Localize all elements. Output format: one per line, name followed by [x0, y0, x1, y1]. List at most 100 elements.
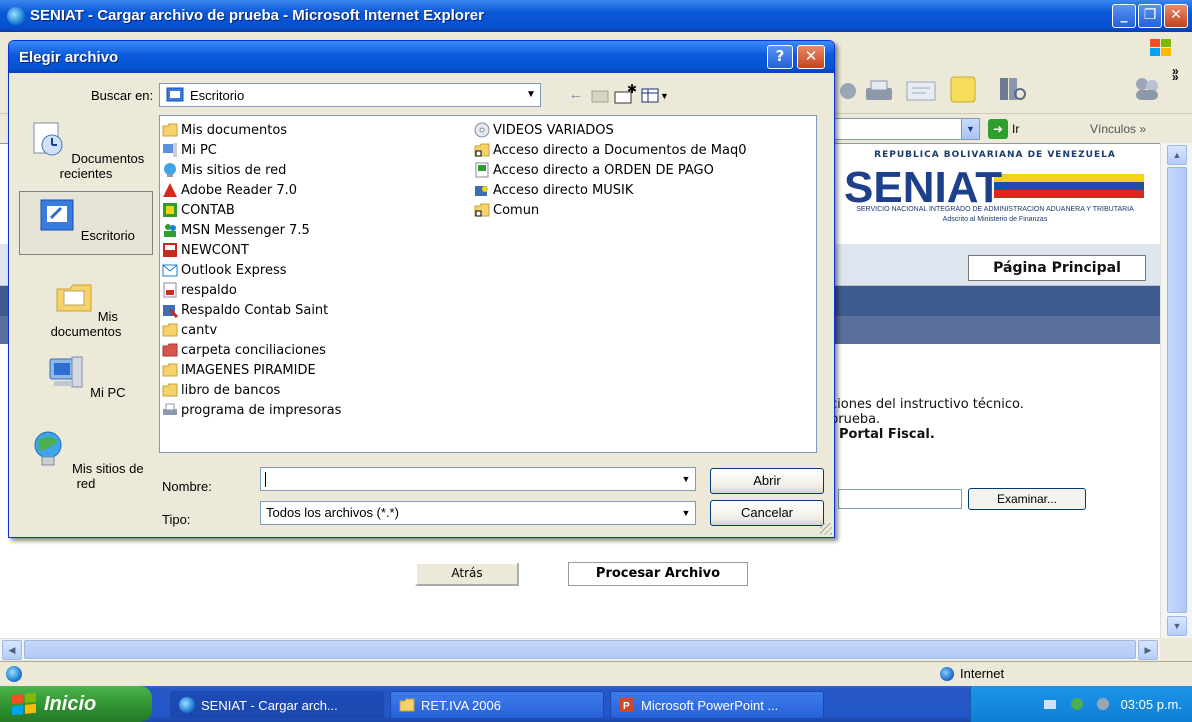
list-item-label: cantv: [181, 322, 218, 338]
chevron-down-icon[interactable]: ▼: [961, 119, 979, 139]
scroll-right-icon[interactable]: ▶: [1138, 640, 1158, 660]
list-item[interactable]: carpeta conciliaciones: [162, 340, 326, 360]
research-icon[interactable]: [994, 74, 1028, 104]
open-button[interactable]: Abrir: [710, 468, 824, 494]
task-folder[interactable]: RET.IVA 2006: [390, 691, 604, 719]
list-item-label: MSN Messenger 7.5: [181, 222, 310, 238]
back-button[interactable]: Atrás: [415, 562, 519, 586]
links-label[interactable]: Vínculos »: [1090, 122, 1146, 136]
list-item[interactable]: Respaldo Contab Saint: [162, 300, 328, 320]
toolbar-overflow-icon[interactable]: »: [1172, 70, 1179, 84]
scroll-down-icon[interactable]: ▼: [1167, 616, 1187, 636]
list-item[interactable]: MSN Messenger 7.5: [162, 220, 310, 240]
place-my-documents[interactable]: Mis documentos: [19, 277, 153, 339]
look-in-value: Escritorio: [190, 87, 245, 103]
my-documents-icon: [56, 284, 92, 312]
seniat-logo-text: SENIAT: [844, 164, 1002, 208]
globe-icon: [940, 666, 954, 681]
vertical-scrollbar[interactable]: ▲ ▼: [1160, 143, 1192, 638]
list-item[interactable]: Mi PC: [162, 140, 217, 160]
list-item[interactable]: cantv: [162, 320, 217, 340]
list-item[interactable]: Mis sitios de red: [162, 160, 286, 180]
system-tray: 03:05 p.m.: [970, 686, 1192, 722]
resize-grip[interactable]: [820, 523, 832, 535]
chevron-down-icon[interactable]: ▼: [677, 502, 695, 524]
go-label: Ir: [1012, 122, 1020, 136]
list-item[interactable]: CONTAB: [162, 200, 235, 220]
list-item-label: Mi PC: [181, 142, 217, 158]
choose-file-dialog: Elegir archivo ? ✕ Buscar en: Escritorio…: [8, 40, 835, 538]
place-recent-documents[interactable]: Documentos recientes: [19, 119, 153, 181]
go-button[interactable]: ➜ Ir: [988, 118, 1019, 140]
close-browser-button[interactable]: ✕: [1164, 4, 1188, 28]
horizontal-scrollbar[interactable]: ◀ ▶: [0, 638, 1160, 660]
place-desktop[interactable]: Escritorio: [19, 191, 153, 255]
discuss-icon[interactable]: [946, 74, 980, 104]
list-item[interactable]: respaldo: [162, 280, 237, 300]
list-item[interactable]: VIDEOS VARIADOS: [474, 120, 614, 140]
text-caret: [265, 472, 266, 487]
messenger-icon[interactable]: [1130, 74, 1164, 104]
tray-network-icon[interactable]: [1043, 696, 1061, 712]
browser-title: SENIAT - Cargar archivo de prueba - Micr…: [30, 7, 484, 24]
contab-icon: [163, 203, 177, 217]
new-folder-icon[interactable]: ✱: [613, 83, 637, 107]
list-item[interactable]: Mis documentos: [162, 120, 287, 140]
task-ie[interactable]: SENIAT - Cargar arch...: [170, 691, 384, 719]
home-page-link[interactable]: Página Principal: [968, 255, 1146, 281]
view-menu-icon[interactable]: ▼: [639, 83, 669, 107]
help-button[interactable]: ?: [767, 45, 793, 69]
edit-icon[interactable]: [904, 76, 938, 106]
start-button[interactable]: Inicio: [0, 686, 152, 722]
place-my-computer[interactable]: Mi PC: [19, 353, 153, 400]
printer-icon: [163, 403, 177, 415]
list-item[interactable]: libro de bancos: [162, 380, 280, 400]
horizontal-scroll-thumb[interactable]: [24, 640, 1136, 659]
dialog-close-button[interactable]: ✕: [797, 45, 825, 69]
process-file-button[interactable]: Procesar Archivo: [568, 562, 748, 586]
chevron-down-icon[interactable]: ▼: [522, 84, 540, 106]
place-network[interactable]: Mis sitios de red: [19, 429, 153, 491]
list-item[interactable]: IMAGENES PIRAMIDE: [162, 360, 316, 380]
folder-icon: [162, 343, 178, 357]
file-list[interactable]: Mis documentos Mi PC Mis sitios de red A…: [159, 115, 817, 453]
file-path-input[interactable]: [838, 489, 962, 509]
list-item[interactable]: programa de impresoras: [162, 400, 341, 420]
list-item-label: Comun: [493, 202, 540, 218]
task-powerpoint[interactable]: P Microsoft PowerPoint ...: [610, 691, 824, 719]
scroll-left-icon[interactable]: ◀: [2, 640, 22, 660]
minimize-button[interactable]: _: [1112, 4, 1136, 28]
restore-button[interactable]: ❐: [1138, 4, 1162, 28]
task-label: SENIAT - Cargar arch...: [201, 697, 338, 713]
list-item[interactable]: Acceso directo MUSIK: [474, 180, 633, 200]
clock: 03:05 p.m.: [1120, 696, 1182, 712]
list-item[interactable]: Comun: [474, 200, 539, 220]
browse-button[interactable]: Examinar...: [968, 488, 1086, 510]
chevron-down-icon[interactable]: ▼: [677, 468, 695, 490]
file-name-input[interactable]: ▼: [260, 467, 696, 491]
zone-label: Internet: [960, 666, 1005, 681]
tray-volume-icon[interactable]: [1095, 696, 1113, 712]
cancel-button[interactable]: Cancelar: [710, 500, 824, 526]
look-in-select[interactable]: Escritorio ▼: [159, 83, 541, 107]
tray-messenger-icon[interactable]: [1069, 696, 1087, 712]
list-item[interactable]: NEWCONT: [162, 240, 249, 260]
vertical-scroll-thumb[interactable]: [1167, 167, 1187, 613]
file-type-select[interactable]: Todos los archivos (*.*) ▼: [260, 501, 696, 525]
address-input[interactable]: ▼: [830, 118, 980, 140]
list-item[interactable]: Acceso directo a ORDEN DE PAGO: [474, 160, 714, 180]
list-item[interactable]: Adobe Reader 7.0: [162, 180, 297, 200]
list-item-label: Acceso directo MUSIK: [493, 182, 634, 198]
seniat-ministry: Adscrito al Ministerio de Finanzas: [942, 216, 1048, 223]
taskbar: Inicio SENIAT - Cargar arch... RET.IVA 2…: [0, 686, 1192, 722]
network-icon: [164, 163, 176, 177]
list-item-label: carpeta conciliaciones: [181, 342, 326, 358]
list-item[interactable]: Outlook Express: [162, 260, 287, 280]
scroll-up-icon[interactable]: ▲: [1167, 145, 1187, 165]
up-folder-icon[interactable]: [589, 83, 611, 107]
list-item-label: Outlook Express: [181, 262, 287, 278]
shortcut-music-icon: [475, 186, 488, 196]
print-icon[interactable]: [862, 76, 896, 106]
back-arrow-icon[interactable]: ←: [565, 83, 587, 107]
list-item[interactable]: Acceso directo a Documentos de Maq0: [474, 140, 746, 160]
